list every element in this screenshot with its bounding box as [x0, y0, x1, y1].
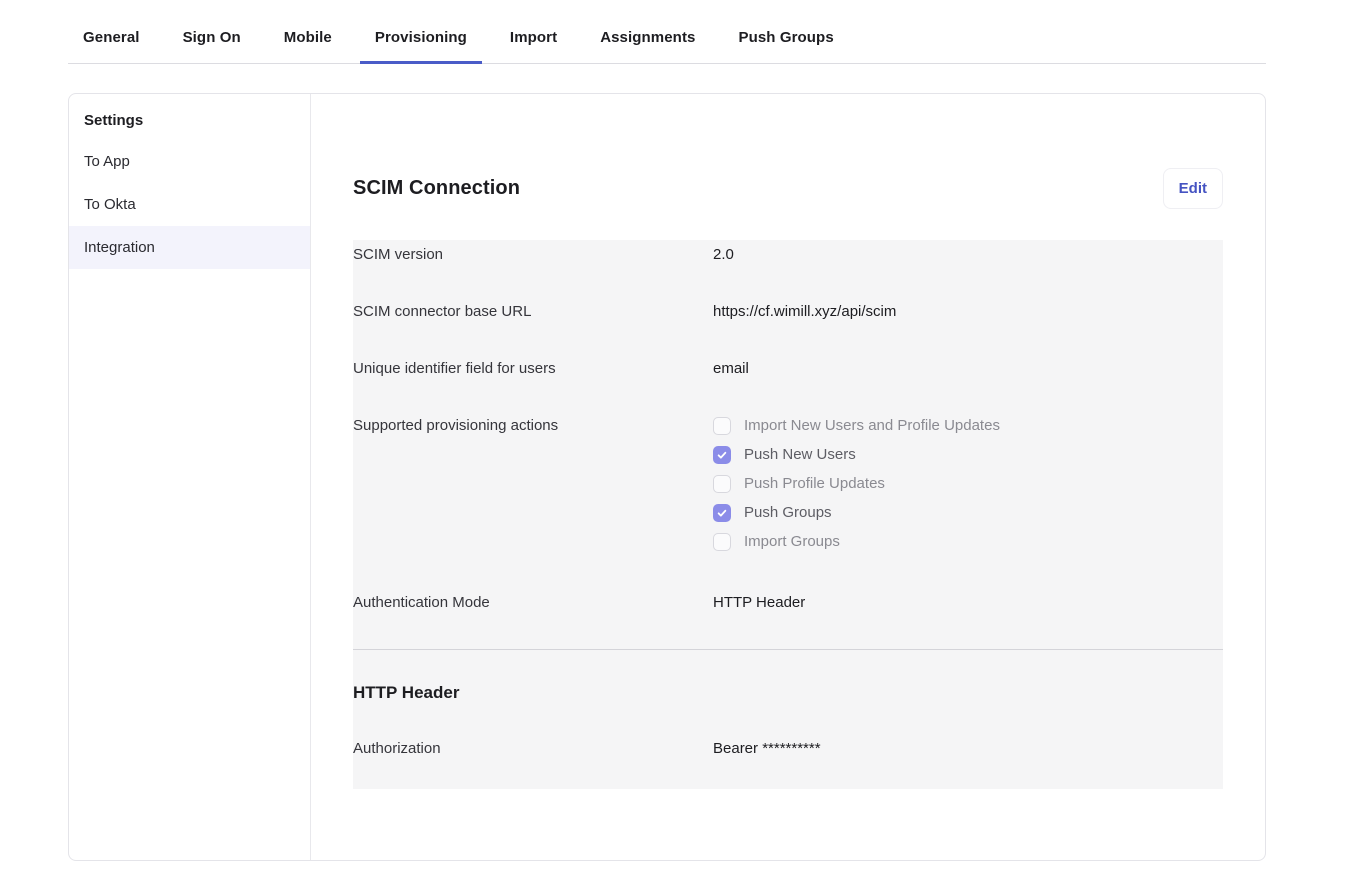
- checkbox-label: Push New Users: [744, 440, 856, 469]
- provisioning-actions-list: Import New Users and Profile Updates Pus…: [713, 411, 1000, 556]
- field-label: SCIM version: [353, 244, 713, 265]
- checkbox[interactable]: [713, 417, 731, 435]
- settings-sidebar: Settings To App To Okta Integration: [69, 94, 311, 860]
- scim-connection-section: SCIM Connection Edit SCIM version 2.0 SC…: [311, 94, 1265, 860]
- row-authorization: Authorization Bearer **********: [353, 738, 1223, 759]
- action-import-new-users: Import New Users and Profile Updates: [713, 411, 1000, 440]
- field-value: Bearer **********: [713, 738, 821, 759]
- provisioning-panel: Settings To App To Okta Integration SCIM…: [68, 93, 1266, 861]
- row-scim-base-url: SCIM connector base URL https://cf.wimil…: [353, 301, 1223, 322]
- checkbox[interactable]: [713, 533, 731, 551]
- sidebar-item-to-okta[interactable]: To Okta: [69, 183, 310, 226]
- field-label: Authorization: [353, 738, 713, 759]
- field-value: https://cf.wimill.xyz/api/scim: [713, 301, 896, 322]
- row-provisioning-actions: Supported provisioning actions Import Ne…: [353, 415, 1223, 556]
- row-authentication-mode: Authentication Mode HTTP Header: [353, 592, 1223, 613]
- row-scim-version: SCIM version 2.0: [353, 244, 1223, 265]
- sidebar-item-integration[interactable]: Integration: [69, 226, 310, 269]
- tab-import[interactable]: Import: [495, 21, 572, 64]
- edit-button[interactable]: Edit: [1163, 168, 1223, 209]
- sidebar-item-to-app[interactable]: To App: [69, 140, 310, 183]
- checkbox[interactable]: [713, 475, 731, 493]
- tab-push-groups[interactable]: Push Groups: [723, 21, 848, 64]
- checkbox[interactable]: [713, 446, 731, 464]
- app-tabbar: General Sign On Mobile Provisioning Impo…: [68, 0, 1266, 64]
- http-header-heading: HTTP Header: [353, 683, 1223, 703]
- field-label: Unique identifier field for users: [353, 358, 713, 379]
- section-divider: [353, 649, 1223, 650]
- check-icon: [716, 507, 728, 519]
- checkbox[interactable]: [713, 504, 731, 522]
- checkbox-label: Import Groups: [744, 527, 840, 556]
- tab-mobile[interactable]: Mobile: [269, 21, 347, 64]
- field-label: Supported provisioning actions: [353, 415, 713, 436]
- row-unique-identifier: Unique identifier field for users email: [353, 358, 1223, 379]
- tab-general[interactable]: General: [68, 21, 155, 64]
- scim-settings-readonly: SCIM version 2.0 SCIM connector base URL…: [353, 240, 1223, 789]
- action-push-new-users: Push New Users: [713, 440, 1000, 469]
- checkbox-label: Import New Users and Profile Updates: [744, 411, 1000, 440]
- sidebar-header: Settings: [69, 100, 310, 140]
- action-push-groups: Push Groups: [713, 498, 1000, 527]
- field-value: HTTP Header: [713, 592, 805, 613]
- tab-provisioning[interactable]: Provisioning: [360, 21, 482, 64]
- tab-sign-on[interactable]: Sign On: [168, 21, 256, 64]
- field-value: 2.0: [713, 244, 734, 265]
- action-push-profile-updates: Push Profile Updates: [713, 469, 1000, 498]
- check-icon: [716, 449, 728, 461]
- field-value: email: [713, 358, 749, 379]
- tab-assignments[interactable]: Assignments: [585, 21, 710, 64]
- action-import-groups: Import Groups: [713, 527, 1000, 556]
- page-title: SCIM Connection: [353, 177, 520, 200]
- checkbox-label: Push Groups: [744, 498, 832, 527]
- section-header: SCIM Connection Edit: [353, 166, 1223, 210]
- field-label: Authentication Mode: [353, 592, 713, 613]
- checkbox-label: Push Profile Updates: [744, 469, 885, 498]
- field-label: SCIM connector base URL: [353, 301, 713, 322]
